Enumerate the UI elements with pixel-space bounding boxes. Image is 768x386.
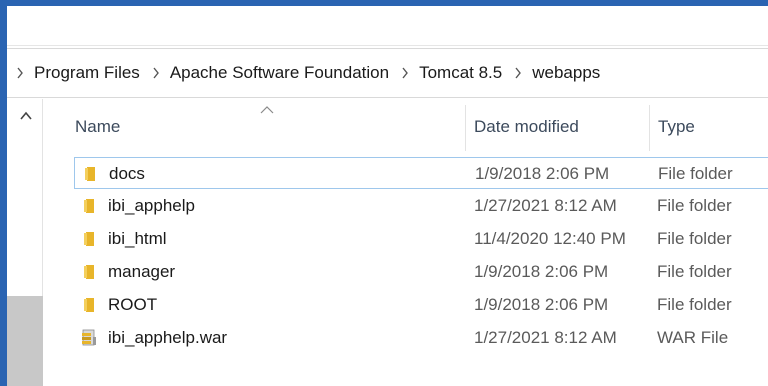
navigation-scrollbar-thumb[interactable] — [7, 296, 43, 386]
folder-icon — [85, 167, 95, 181]
file-name: manager — [108, 262, 176, 281]
breadcrumb-item-apache[interactable]: Apache Software Foundation — [170, 63, 389, 83]
window-frame-left — [0, 0, 7, 386]
column-header-type[interactable]: Type — [658, 117, 695, 137]
file-name: docs — [109, 164, 145, 183]
breadcrumb-item-tomcat[interactable]: Tomcat 8.5 — [419, 63, 502, 83]
file-type: File folder — [657, 229, 732, 248]
file-date-modified: 1/9/2018 2:06 PM — [474, 295, 609, 314]
column-divider[interactable] — [465, 105, 466, 151]
breadcrumb[interactable]: Program Files Apache Software Foundation… — [7, 48, 768, 98]
ribbon-strip — [7, 6, 768, 46]
list-item[interactable]: manager 1/9/2018 2:06 PM File folder — [74, 256, 768, 288]
folder-icon — [84, 199, 94, 213]
file-name: ibi_html — [108, 229, 167, 248]
file-date-modified: 1/9/2018 2:06 PM — [475, 164, 610, 183]
file-type: File folder — [657, 196, 732, 215]
column-header-name[interactable]: Name — [75, 117, 120, 137]
folder-icon — [84, 232, 94, 246]
file-name: ibi_apphelp — [108, 196, 195, 215]
file-date-modified: 11/4/2020 12:40 PM — [474, 229, 626, 248]
file-type: File folder — [658, 164, 733, 183]
file-type: File folder — [657, 262, 732, 281]
column-header-row: Name Date modified Type — [44, 99, 768, 154]
file-date-modified: 1/27/2021 8:12 AM — [474, 196, 617, 215]
list-item[interactable]: ROOT 1/9/2018 2:06 PM File folder — [74, 289, 768, 321]
file-name: ROOT — [108, 295, 158, 314]
chevron-right-icon[interactable] — [16, 67, 24, 79]
list-item[interactable]: ibi_apphelp 1/27/2021 8:12 AM File folde… — [74, 190, 768, 222]
column-header-date-modified[interactable]: Date modified — [474, 117, 579, 137]
sort-ascending-icon — [260, 106, 274, 114]
archive-file-icon — [82, 329, 96, 346]
folder-icon — [84, 265, 94, 279]
list-item[interactable]: ibi_html 11/4/2020 12:40 PM File folder — [74, 223, 768, 255]
scroll-up-icon[interactable] — [19, 109, 33, 123]
breadcrumb-item-webapps[interactable]: webapps — [532, 63, 600, 83]
column-divider[interactable] — [649, 105, 650, 151]
file-date-modified: 1/27/2021 8:12 AM — [474, 328, 617, 347]
chevron-right-icon[interactable] — [514, 67, 522, 79]
chevron-right-icon[interactable] — [152, 67, 160, 79]
chevron-right-icon[interactable] — [401, 67, 409, 79]
list-item[interactable]: docs 1/9/2018 2:06 PM File folder — [74, 157, 768, 189]
file-list: Name Date modified Type docs 1/9/2018 2:… — [44, 99, 768, 386]
breadcrumb-item-program-files[interactable]: Program Files — [34, 63, 140, 83]
file-date-modified: 1/9/2018 2:06 PM — [474, 262, 609, 281]
file-type: WAR File — [657, 328, 729, 347]
file-type: File folder — [657, 295, 732, 314]
list-item[interactable]: ibi_apphelp.war 1/27/2021 8:12 AM WAR Fi… — [74, 322, 768, 354]
file-name: ibi_apphelp.war — [108, 328, 228, 347]
folder-icon — [84, 298, 94, 312]
